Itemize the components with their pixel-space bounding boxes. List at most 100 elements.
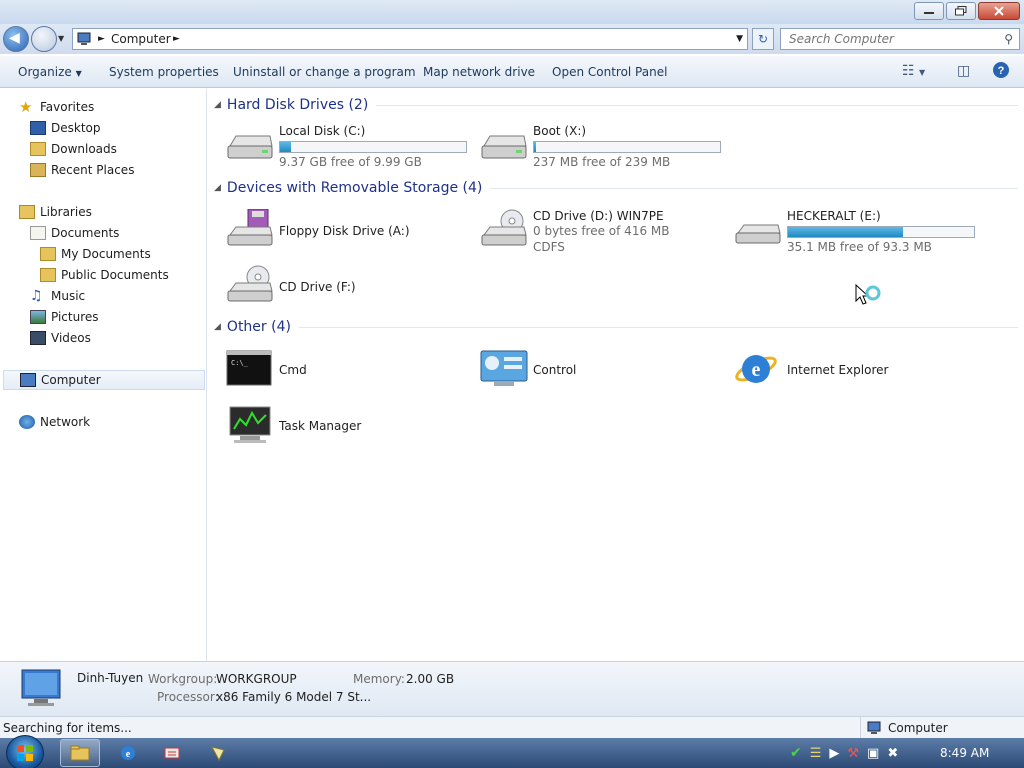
address-bar[interactable]: ► Computer ► ▼ <box>72 28 748 50</box>
command-prompt-icon: C:\_ <box>226 350 272 386</box>
nav-desktop[interactable]: Desktop <box>30 118 101 138</box>
capacity-bar-fill <box>280 142 292 152</box>
forward-button[interactable] <box>31 26 57 52</box>
search-input[interactable] <box>781 29 991 49</box>
nav-music[interactable]: ♫ Music <box>30 286 85 306</box>
status-text: Searching for items... <box>3 721 132 735</box>
uninstall-program-button[interactable]: Uninstall or change a program <box>233 65 416 79</box>
open-control-panel-button[interactable]: Open Control Panel <box>552 65 667 79</box>
nav-computer[interactable]: Computer <box>3 370 205 390</box>
drive-name: Floppy Disk Drive (A:) <box>279 224 410 238</box>
drive-floppy-a[interactable]: Floppy Disk Drive (A:) <box>226 209 476 254</box>
map-network-drive-button[interactable]: Map network drive <box>423 65 535 79</box>
busy-cursor-icon <box>855 283 881 305</box>
back-button[interactable]: ◀ <box>3 26 29 52</box>
capacity-bar <box>279 141 467 153</box>
history-dropdown-icon[interactable]: ▼ <box>58 34 64 43</box>
folder-icon <box>40 268 56 282</box>
system-properties-button[interactable]: System properties <box>109 65 219 79</box>
internet-explorer-icon: e <box>121 746 135 760</box>
monitor-icon[interactable]: ▣ <box>867 746 879 761</box>
volume-muted-icon[interactable]: ✖ <box>887 746 898 761</box>
drive-heckeralt-e[interactable]: HECKERALT (E:) 35.1 MB free of 93.3 MB <box>734 209 984 254</box>
breadcrumb-computer[interactable]: Computer <box>111 32 171 46</box>
drive-filesystem: CDFS <box>533 240 565 254</box>
search-box[interactable]: ⚲ <box>780 28 1020 50</box>
control-panel-icon <box>480 350 528 386</box>
svg-text:e: e <box>752 359 761 381</box>
nav-label: Downloads <box>51 142 117 156</box>
status-location: Computer <box>860 717 948 739</box>
window-controls <box>914 2 1020 20</box>
change-view-button[interactable]: ☷ ▼ <box>902 63 925 79</box>
item-internet-explorer[interactable]: e Internet Explorer <box>734 349 984 394</box>
taskbar-app-button[interactable] <box>152 739 192 767</box>
nav-libraries[interactable]: Libraries <box>19 202 92 222</box>
drive-boot-x[interactable]: Boot (X:) 237 MB free of 239 MB <box>480 124 730 169</box>
group-other[interactable]: ◢ Other (4) <box>214 319 1018 335</box>
hard-drive-icon <box>481 135 527 159</box>
group-title: Devices with Removable Storage (4) <box>226 180 483 196</box>
close-button[interactable] <box>978 2 1020 20</box>
drive-local-disk-c[interactable]: Local Disk (C:) 9.37 GB free of 9.99 GB <box>226 124 476 169</box>
drive-cd-f[interactable]: CD Drive (F:) <box>226 265 476 310</box>
address-dropdown-icon[interactable]: ▼ <box>736 34 743 44</box>
organize-button[interactable]: Organize ▼ <box>18 65 82 79</box>
nav-videos[interactable]: Videos <box>30 328 91 348</box>
nav-my-documents[interactable]: My Documents <box>40 244 151 264</box>
taskbar-explorer-button[interactable] <box>60 739 100 767</box>
drive-free-space: 0 bytes free of 416 MB <box>533 224 670 238</box>
minimize-button[interactable] <box>914 2 944 20</box>
nav-pictures[interactable]: Pictures <box>30 307 99 327</box>
refresh-button[interactable]: ↻ <box>752 28 774 50</box>
group-divider <box>376 104 1018 106</box>
help-button[interactable]: ? <box>992 61 1010 83</box>
minimize-icon <box>924 12 934 14</box>
nav-network[interactable]: Network <box>19 412 90 432</box>
content-area: ◢ Hard Disk Drives (2) Local Disk (C:) 9… <box>208 89 1024 661</box>
tool-icon[interactable]: ⚒ <box>847 746 859 761</box>
nav-downloads[interactable]: Downloads <box>30 139 117 159</box>
item-cmd[interactable]: C:\_ Cmd <box>226 349 476 394</box>
group-removable-storage[interactable]: ◢ Devices with Removable Storage (4) <box>214 180 1018 196</box>
processor-label: Processor: <box>157 690 219 704</box>
start-button[interactable] <box>6 735 44 768</box>
play-icon[interactable]: ▶ <box>829 746 839 761</box>
capacity-bar <box>533 141 721 153</box>
documents-icon <box>30 226 46 240</box>
search-icon[interactable]: ⚲ <box>1004 32 1013 46</box>
drive-cd-d[interactable]: CD Drive (D:) WIN7PE 0 bytes free of 416… <box>480 209 730 259</box>
group-title: Other (4) <box>226 319 291 335</box>
preview-pane-button[interactable]: ◫ <box>957 63 970 79</box>
recent-places-icon <box>30 163 46 177</box>
clock[interactable]: 8:49 AM <box>940 746 989 760</box>
videos-icon <box>30 331 46 345</box>
collapse-triangle-icon[interactable]: ◢ <box>214 322 221 332</box>
collapse-triangle-icon[interactable]: ◢ <box>214 183 221 193</box>
restore-button[interactable] <box>946 2 976 20</box>
collapse-triangle-icon[interactable]: ◢ <box>214 100 221 110</box>
security-icon[interactable]: ✔ <box>790 745 802 761</box>
item-task-manager[interactable]: Task Manager <box>226 405 476 450</box>
nav-label: Computer <box>41 373 101 387</box>
drive-name: CD Drive (D:) WIN7PE <box>533 209 664 223</box>
nav-public-documents[interactable]: Public Documents <box>40 265 169 285</box>
nav-recent-places[interactable]: Recent Places <box>30 160 134 180</box>
cd-drive-icon <box>481 209 527 246</box>
nav-favorites[interactable]: ★ Favorites <box>19 97 94 117</box>
restore-icon <box>955 6 967 16</box>
hard-drive-icon <box>227 135 273 159</box>
nav-documents[interactable]: Documents <box>30 223 119 243</box>
details-pane: Dinh-Tuyen Workgroup: WORKGROUP Memory: … <box>0 661 1024 716</box>
breadcrumb-arrow-icon[interactable]: ► <box>173 34 180 44</box>
breadcrumb-arrow-icon[interactable]: ► <box>98 34 105 44</box>
layers-icon[interactable]: ☰ <box>810 746 822 761</box>
drive-free-space: 237 MB free of 239 MB <box>533 155 671 169</box>
group-hard-disk-drives[interactable]: ◢ Hard Disk Drives (2) <box>214 97 1018 113</box>
memory-label: Memory: <box>353 672 405 686</box>
pictures-icon <box>30 310 46 324</box>
taskbar-paint-button[interactable] <box>198 739 238 767</box>
taskbar-ie-button[interactable]: e <box>108 739 148 767</box>
item-control[interactable]: Control <box>480 349 730 394</box>
close-icon <box>994 6 1004 16</box>
